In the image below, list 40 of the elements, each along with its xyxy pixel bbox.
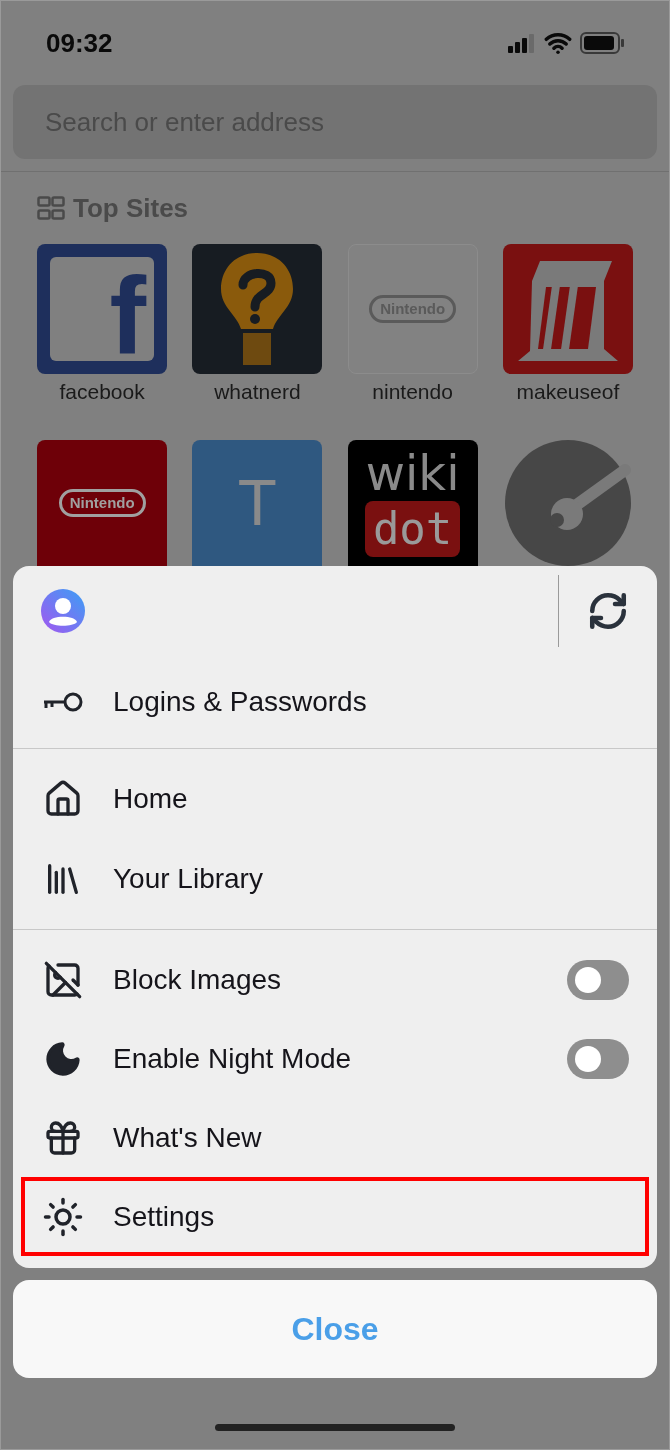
site-logo: f <box>50 257 155 361</box>
toggle-switch[interactable] <box>567 959 629 1000</box>
menu-item-label: What's New <box>113 1120 263 1155</box>
menu-item-label: Your Library <box>113 862 264 896</box>
site-label: nintendo <box>372 380 453 404</box>
menu-item[interactable]: Settings <box>21 1177 649 1256</box>
site-label: makeuseof <box>516 380 620 404</box>
menu-item-label: Home <box>113 782 189 816</box>
toggle-switch[interactable] <box>567 1038 629 1079</box>
site-logo: wiki <box>365 449 460 497</box>
account-icon[interactable] <box>41 589 85 633</box>
battery-icon <box>580 32 624 54</box>
site-logo: Nintendo <box>58 489 146 517</box>
menu-item[interactable]: Home <box>21 759 649 839</box>
menu-item-label: Enable Night Mode <box>113 1041 353 1076</box>
site-label: whatnerd <box>214 380 301 404</box>
site-label: facebook <box>59 380 145 404</box>
menu-item[interactable]: Block Images <box>21 940 649 1019</box>
site-tile[interactable]: Nintendo <box>37 440 168 566</box>
menu-item-label: Settings <box>113 1199 216 1234</box>
site-logo: T <box>237 471 277 535</box>
key-icon <box>42 692 84 712</box>
menu-item[interactable]: Logins & Passwords <box>21 656 649 748</box>
settings-icon <box>42 1195 84 1238</box>
menu-item[interactable]: Your Library <box>21 839 649 919</box>
menu-item-label: Block Images <box>113 962 283 997</box>
sync-icon[interactable] <box>587 590 629 632</box>
site-tile[interactable] <box>192 244 323 374</box>
home-icon <box>43 779 83 819</box>
signal-icon <box>508 33 536 53</box>
menu-item[interactable]: Enable Night Mode <box>21 1019 649 1098</box>
image-off-icon <box>43 959 83 1000</box>
menu-item[interactable]: What's New <box>21 1098 649 1177</box>
wrench-icon <box>504 440 631 566</box>
status-time: 09:32 <box>46 26 113 60</box>
menu-item-label: Logins & Passwords <box>113 685 368 719</box>
site-tile[interactable] <box>502 244 633 374</box>
site-logo: dot <box>364 501 461 557</box>
site-tile[interactable]: wiki dot <box>347 440 478 566</box>
grid-icon <box>37 196 65 220</box>
